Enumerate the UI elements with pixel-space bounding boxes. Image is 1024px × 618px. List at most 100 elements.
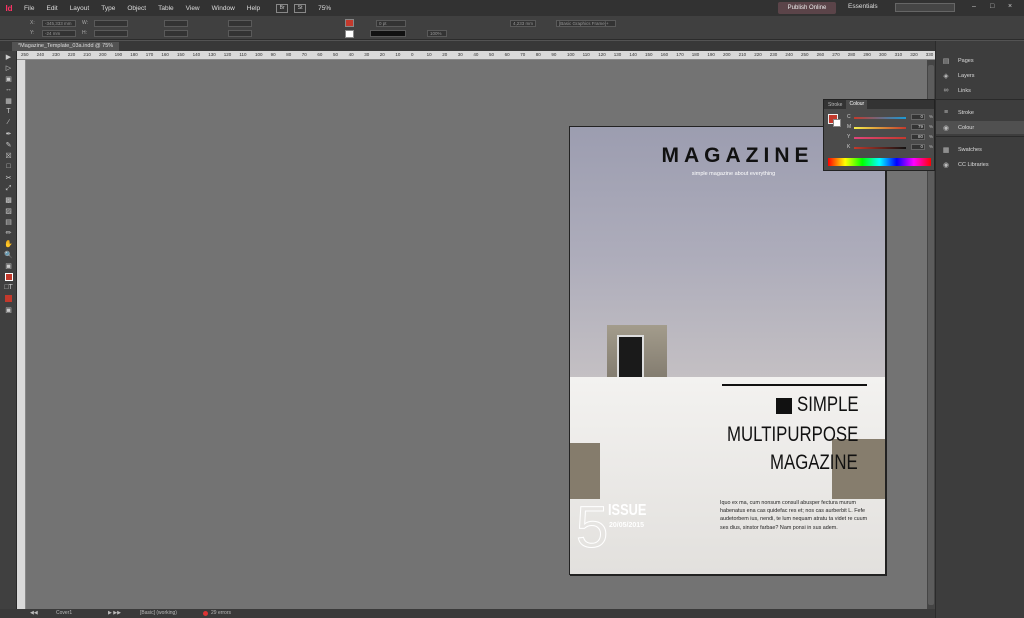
scale-y-field[interactable] bbox=[164, 30, 188, 37]
rectangle-tool-icon[interactable]: □ bbox=[0, 161, 17, 172]
panel-layers[interactable]: ◈ Layers bbox=[936, 69, 1024, 82]
panel-pages[interactable]: ▤ Pages bbox=[936, 54, 1024, 67]
minimize-icon[interactable]: – bbox=[972, 3, 976, 10]
selection-tool-icon[interactable]: ▶ bbox=[0, 51, 17, 62]
apply-color-icon[interactable] bbox=[0, 293, 17, 304]
stroke-weight-field[interactable]: 0 pt bbox=[376, 20, 406, 27]
issue-date[interactable]: 20/05/2015 bbox=[609, 522, 644, 529]
hand-tool-icon[interactable]: ✋ bbox=[0, 238, 17, 249]
yellow-value[interactable]: 80 bbox=[911, 134, 925, 140]
tab-colour[interactable]: Colour bbox=[846, 100, 868, 109]
bridge-icon[interactable]: Br bbox=[276, 3, 289, 13]
panel-cc-libraries[interactable]: ◉ CC Libraries bbox=[936, 158, 1024, 171]
menu-window[interactable]: Window bbox=[206, 5, 241, 12]
y-position-field[interactable]: -24 mm bbox=[42, 30, 76, 37]
preflight-errors[interactable]: 29 errors bbox=[211, 610, 231, 616]
menu-layout[interactable]: Layout bbox=[64, 5, 96, 12]
panel-stroke[interactable]: ≡ Stroke bbox=[936, 106, 1024, 119]
stroke-color-icon[interactable] bbox=[345, 30, 354, 38]
ruler-tick-label: 120 bbox=[223, 52, 232, 57]
free-transform-tool-icon[interactable]: ⤢ bbox=[0, 183, 17, 194]
stroke-swatch[interactable] bbox=[833, 119, 841, 127]
type-tool-icon[interactable]: T bbox=[0, 106, 17, 117]
note-tool-icon[interactable]: ▤ bbox=[0, 216, 17, 227]
cover-subtitle[interactable]: simple magazine about everything bbox=[570, 171, 885, 177]
size-field[interactable]: 4,233 mm bbox=[510, 20, 536, 27]
workspace-switcher[interactable]: Essentials bbox=[848, 3, 878, 10]
pen-tool-icon[interactable]: ✒ bbox=[0, 128, 17, 139]
first-page-icon[interactable]: ◀◀ bbox=[30, 610, 38, 616]
cover-body-text[interactable]: Iquo ex ma, cum nonsum consull abusper f… bbox=[720, 499, 868, 532]
pencil-tool-icon[interactable]: ✎ bbox=[0, 139, 17, 150]
stone-wall-left bbox=[570, 443, 600, 499]
headline-line-2[interactable]: MULTIPURPOSE bbox=[727, 423, 858, 447]
close-icon[interactable]: × bbox=[1008, 3, 1012, 10]
scissors-tool-icon[interactable]: ✂ bbox=[0, 172, 17, 183]
scale-x-field[interactable] bbox=[164, 20, 188, 27]
ruler-tick-label: 30 bbox=[364, 52, 370, 57]
panel-swatches[interactable]: ▦ Swatches bbox=[936, 143, 1024, 156]
rotate-field[interactable] bbox=[228, 20, 252, 27]
cyan-value[interactable]: 0 bbox=[911, 114, 925, 120]
issue-number[interactable]: 5 bbox=[575, 496, 608, 559]
line-tool-icon[interactable]: ∕ bbox=[0, 117, 17, 128]
menu-type[interactable]: Type bbox=[95, 5, 121, 12]
zoom-level[interactable]: 75% bbox=[318, 5, 331, 12]
content-collector-icon[interactable]: ▦ bbox=[0, 95, 17, 106]
headline-line-1[interactable]: SIMPLE bbox=[797, 393, 859, 417]
menu-edit[interactable]: Edit bbox=[40, 5, 63, 12]
ruler-tick-label: 10 bbox=[426, 52, 432, 57]
page-selector[interactable]: Cover1 bbox=[56, 610, 72, 616]
stroke-type-select[interactable] bbox=[370, 30, 406, 37]
menu-object[interactable]: Object bbox=[121, 5, 152, 12]
yellow-slider[interactable] bbox=[854, 137, 906, 139]
screen-mode-icon[interactable]: ▣ bbox=[0, 304, 17, 315]
black-value[interactable]: 0 bbox=[911, 144, 925, 150]
direct-selection-tool-icon[interactable]: ▷ bbox=[0, 62, 17, 73]
publish-online-button[interactable]: Publish Online bbox=[778, 2, 836, 14]
x-position-field[interactable]: -345,333 mm bbox=[42, 20, 76, 27]
document-tab[interactable]: *Magazine_Template_03a.indd @ 75% bbox=[12, 42, 120, 51]
control-bar: X: -345,333 mm Y: -24 mm W: H: 0 pt 100%… bbox=[0, 16, 1024, 40]
eyedropper-tool-icon[interactable]: ✏ bbox=[0, 227, 17, 238]
menu-view[interactable]: View bbox=[180, 5, 206, 12]
colour-spectrum[interactable] bbox=[828, 158, 931, 166]
gap-tool-icon[interactable]: ↔ bbox=[0, 84, 17, 95]
opacity-field[interactable]: 100% bbox=[427, 30, 447, 37]
magazine-page[interactable]: MAGAZINE simple magazine about everythin… bbox=[569, 126, 886, 575]
zoom-tool-icon[interactable]: 🔍 bbox=[0, 249, 17, 260]
magenta-slider[interactable] bbox=[854, 127, 906, 129]
menu-file[interactable]: File bbox=[18, 5, 40, 12]
preflight-profile[interactable]: [Basic] (working) bbox=[140, 610, 177, 616]
panel-links[interactable]: ∞ Links bbox=[936, 84, 1024, 97]
headline-line-3[interactable]: MAGAZINE bbox=[770, 451, 858, 475]
panel-layers-label: Layers bbox=[958, 72, 975, 79]
menu-table[interactable]: Table bbox=[152, 5, 180, 12]
cyan-slider[interactable] bbox=[854, 117, 906, 119]
menu-help[interactable]: Help bbox=[241, 5, 266, 12]
gradient-swatch-tool-icon[interactable]: ▩ bbox=[0, 194, 17, 205]
shear-field[interactable] bbox=[228, 30, 252, 37]
stock-icon[interactable]: St bbox=[294, 3, 307, 13]
maximize-icon[interactable]: □ bbox=[990, 3, 994, 10]
gradient-feather-tool-icon[interactable]: ▨ bbox=[0, 205, 17, 216]
tab-stroke[interactable]: Stroke bbox=[828, 102, 842, 108]
panel-links-label: Links bbox=[958, 87, 971, 94]
search-input[interactable] bbox=[895, 3, 955, 12]
next-page-icon[interactable]: ▶ ▶▶ bbox=[108, 610, 121, 616]
fill-color-icon[interactable] bbox=[345, 19, 354, 27]
black-slider[interactable] bbox=[854, 147, 906, 149]
ruler-tick-label: 150 bbox=[177, 52, 185, 57]
ruler-tick-label: 110 bbox=[582, 52, 590, 57]
width-field[interactable] bbox=[94, 20, 128, 27]
magenta-value[interactable]: 79 bbox=[911, 124, 925, 130]
default-fill-stroke-icon[interactable]: ▣ bbox=[0, 260, 17, 271]
page-tool-icon[interactable]: ▣ bbox=[0, 73, 17, 84]
issue-label[interactable]: ISSUE bbox=[608, 502, 646, 520]
height-field[interactable] bbox=[94, 30, 128, 37]
formatting-affects-container-icon[interactable]: □T bbox=[0, 282, 17, 293]
fill-stroke-swatch-icon[interactable] bbox=[0, 271, 17, 282]
rectangle-frame-tool-icon[interactable]: ☒ bbox=[0, 150, 17, 161]
panel-colour[interactable]: ◉ Colour bbox=[936, 121, 1024, 134]
object-style-select[interactable]: [Basic Graphics Frame]+ bbox=[556, 20, 616, 27]
